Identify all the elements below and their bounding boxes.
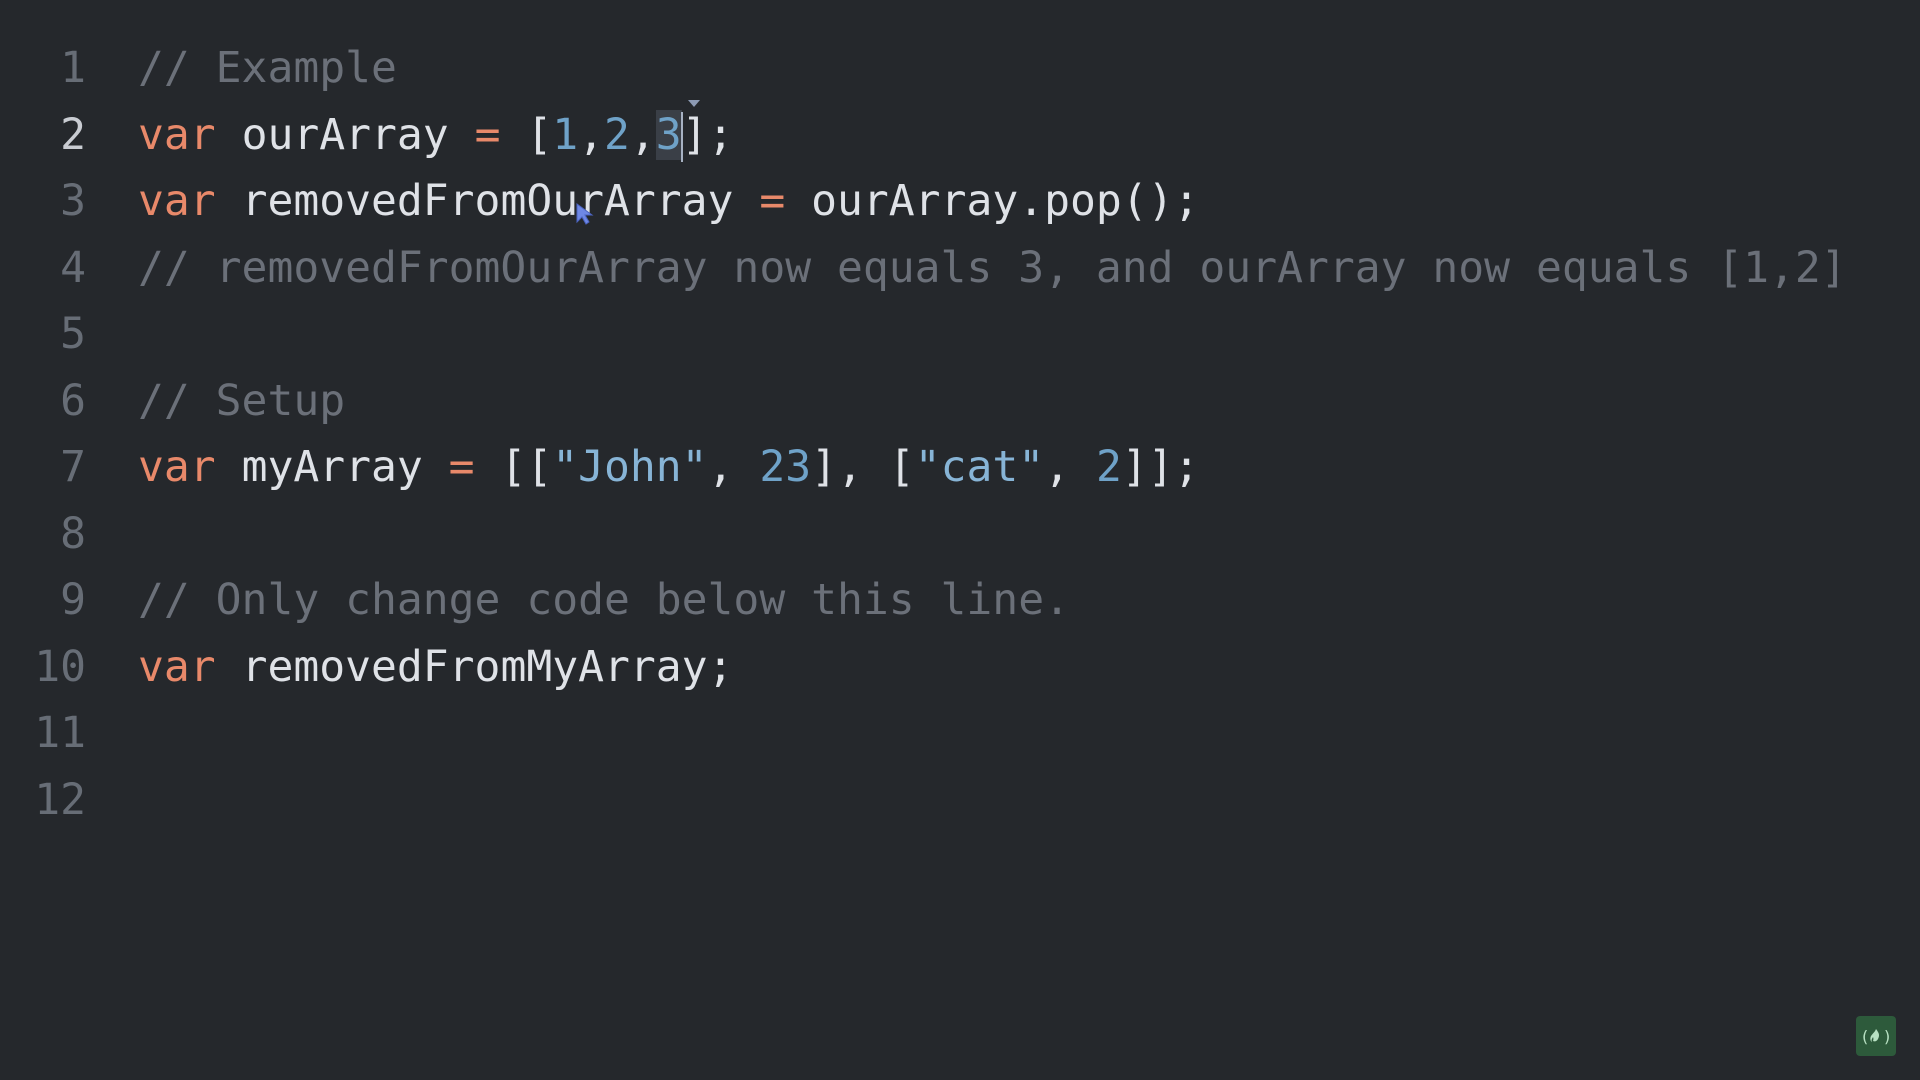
operator-token: =: [474, 109, 501, 160]
line-number: 6: [60, 375, 86, 426]
code-line[interactable]: 6 // Setup: [0, 368, 1920, 434]
comment-token: // Only change code below this line.: [138, 575, 1070, 625]
operator-token: =: [759, 176, 786, 226]
punctuation-token: ,: [629, 109, 656, 160]
mouse-pointer-icon: [576, 203, 594, 225]
punctuation-token: [423, 442, 449, 492]
code-line[interactable]: 3 var removedFromOurArray = ourArray.pop(…: [0, 168, 1920, 234]
number-literal-token: 3: [655, 109, 682, 160]
line-number: 7: [60, 442, 86, 492]
code-line[interactable]: 2 var ourArray = [1,2,3];: [0, 102, 1920, 168]
identifier-token: ourArray.pop();: [811, 176, 1200, 226]
svg-text:): ): [1884, 1027, 1890, 1046]
number-literal-token: 2: [604, 109, 630, 160]
freecodecamp-logo: ( ): [1856, 1016, 1896, 1056]
code-line[interactable]: 10 var removedFromMyArray;: [0, 634, 1920, 700]
number-literal-token: 1: [552, 109, 579, 160]
punctuation-token: [216, 176, 242, 226]
keyword-token: var: [138, 641, 216, 692]
code-line[interactable]: 4 // removedFromOurArray now equals 3, an…: [0, 235, 1920, 301]
string-literal-token: "John": [552, 442, 708, 492]
code-text[interactable]: // Example: [138, 35, 397, 101]
line-number: 5: [60, 309, 86, 359]
code-line[interactable]: 8: [0, 501, 1920, 567]
identifier-token: myArray: [241, 442, 423, 492]
code-text[interactable]: // Setup: [138, 368, 345, 434]
line-number: 1: [60, 43, 86, 93]
punctuation-token: [449, 110, 475, 160]
line-number: 8: [60, 508, 86, 559]
line-number: 4: [60, 242, 86, 293]
punctuation-token: [216, 642, 242, 692]
punctuation-token: [: [500, 109, 553, 160]
number-literal-token: 23: [759, 442, 812, 492]
punctuation-token: [733, 176, 759, 226]
keyword-token: var: [138, 109, 216, 160]
code-text[interactable]: var removedFromOurArray = ourArray.pop()…: [138, 168, 1199, 234]
code-text[interactable]: var removedFromMyArray;: [138, 634, 733, 700]
keyword-token: var: [138, 442, 216, 492]
code-text[interactable]: // removedFromOurArray now equals 3, and…: [138, 235, 1847, 301]
punctuation-token: [785, 176, 811, 226]
line-number: 2: [60, 109, 86, 160]
line-number: 10: [34, 641, 86, 692]
identifier-token: removedFromMyArray;: [241, 641, 734, 692]
identifier-token: ourArray: [241, 109, 449, 160]
code-text[interactable]: // Only change code below this line.: [138, 567, 1070, 633]
identifier-token: removedFromOurArray: [241, 176, 734, 226]
punctuation-token: [[: [474, 442, 553, 492]
comment-token: // Setup: [138, 375, 346, 426]
fire-icon: ( ): [1862, 1027, 1890, 1046]
code-line[interactable]: 9 // Only change code below this line.: [0, 567, 1920, 633]
line-number: 12: [34, 774, 86, 825]
comment-token: // removedFromOurArray now equals 3, and…: [138, 242, 1847, 293]
code-text[interactable]: var ourArray = [1,2,3];: [138, 102, 733, 168]
line-number: 3: [60, 176, 86, 226]
punctuation-token: [216, 110, 242, 160]
code-line[interactable]: 1 // Example: [0, 35, 1920, 101]
punctuation-token: ], [: [811, 442, 915, 492]
punctuation-token: [216, 442, 242, 492]
code-line[interactable]: 12: [0, 767, 1920, 833]
line-number: 9: [60, 575, 86, 625]
punctuation-token: ];: [681, 109, 734, 160]
punctuation-token: ,: [707, 442, 760, 492]
caret-marker-icon: [688, 100, 700, 107]
code-line[interactable]: 7 var myArray = [["John", 23], ["cat", 2]…: [0, 434, 1920, 500]
svg-text:(: (: [1862, 1027, 1868, 1046]
code-line[interactable]: 11: [0, 700, 1920, 766]
operator-token: =: [448, 442, 475, 492]
code-line[interactable]: 5: [0, 301, 1920, 367]
punctuation-token: ,: [578, 109, 605, 160]
number-literal-token: 2: [1095, 442, 1122, 492]
line-number: 11: [34, 708, 86, 758]
keyword-token: var: [138, 176, 216, 226]
string-literal-token: "cat": [914, 442, 1045, 492]
punctuation-token: ,: [1044, 442, 1096, 492]
code-editor[interactable]: 1// Example 2 var ourArray = [1,2,3]; 3 var …: [0, 0, 1920, 1080]
comment-token: // Example: [138, 43, 397, 93]
code-text[interactable]: var myArray = [["John", 23], ["cat", 2]]…: [138, 434, 1200, 500]
punctuation-token: ]];: [1121, 442, 1200, 492]
